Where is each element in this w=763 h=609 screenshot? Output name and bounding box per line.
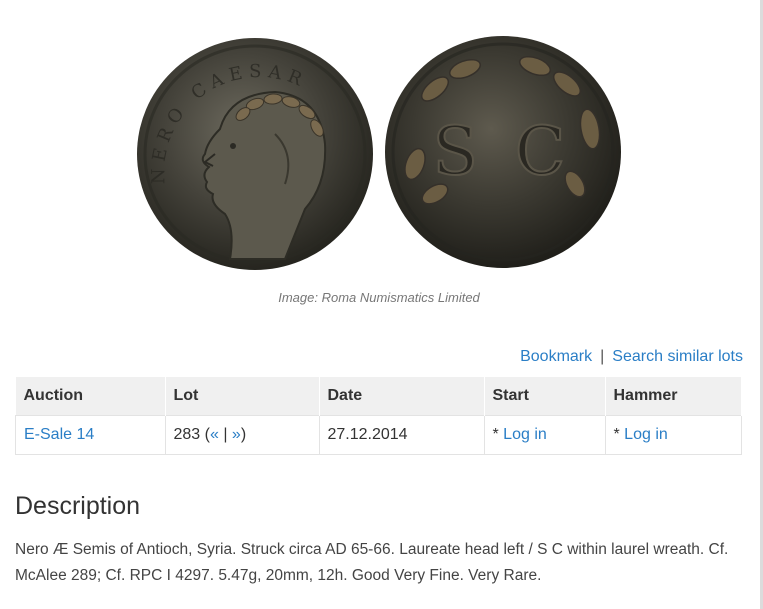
auction-link[interactable]: E-Sale 14 xyxy=(24,426,94,443)
header-hammer: Hammer xyxy=(605,377,742,416)
previous-lot-link[interactable]: « xyxy=(210,426,219,443)
lot-nav-separator: | xyxy=(218,426,232,443)
header-date: Date xyxy=(319,377,485,416)
lot-page: NERO CAESAR S C Image: Roma Numismatics … xyxy=(0,0,763,609)
table-row: E-Sale 14 283 (« | ») 27.12.2014 * Log i… xyxy=(15,415,742,455)
lot-table: Auction Lot Date Start Hammer E-Sale 14 … xyxy=(15,377,742,455)
cell-lot: 283 (« | ») xyxy=(164,415,320,455)
cell-start: * Log in xyxy=(483,415,606,455)
lot-actions: Bookmark | Search similar lots xyxy=(520,348,743,366)
reverse-inscription: S C xyxy=(433,113,574,190)
lot-close: ) xyxy=(240,426,247,443)
search-similar-link[interactable]: Search similar lots xyxy=(612,348,743,365)
coin-reverse: S C xyxy=(385,36,621,268)
bookmark-link[interactable]: Bookmark xyxy=(520,348,592,365)
hammer-login-link[interactable]: Log in xyxy=(624,426,668,443)
table-header-row: Auction Lot Date Start Hammer xyxy=(15,377,742,416)
start-prefix: * xyxy=(492,426,504,443)
header-auction: Auction xyxy=(15,377,166,416)
start-login-link[interactable]: Log in xyxy=(503,426,547,443)
cell-auction: E-Sale 14 xyxy=(15,415,166,455)
hammer-prefix: * xyxy=(613,426,625,443)
coin-obverse: NERO CAESAR xyxy=(137,38,373,270)
header-lot: Lot xyxy=(165,377,320,416)
cell-date: 27.12.2014 xyxy=(318,415,485,455)
lot-number: 283 ( xyxy=(173,426,210,443)
next-lot-link[interactable]: » xyxy=(232,426,241,443)
description-text: Nero Æ Semis of Antioch, Syria. Struck c… xyxy=(15,541,729,584)
image-caption: Image: Roma Numismatics Limited xyxy=(278,290,480,305)
actions-separator: | xyxy=(600,348,605,365)
description-heading: Description xyxy=(15,492,141,520)
coin-image: NERO CAESAR S C xyxy=(137,36,621,270)
cell-hammer: * Log in xyxy=(604,415,742,455)
header-start: Start xyxy=(484,377,606,416)
